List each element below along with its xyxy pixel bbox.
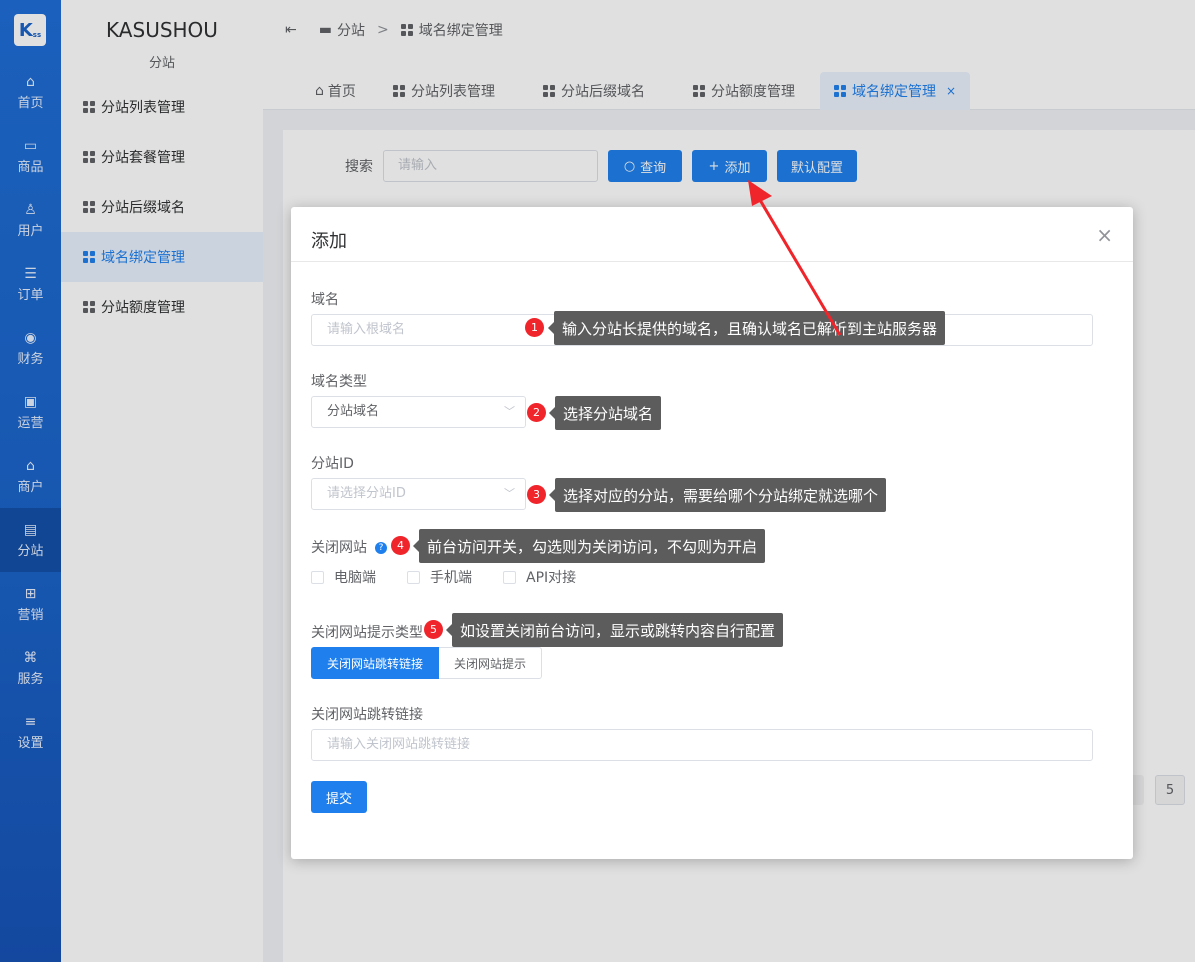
submit-button[interactable]: 提交 bbox=[311, 781, 367, 813]
annotation-badge-4: 4 bbox=[391, 536, 410, 555]
checkbox-box[interactable] bbox=[311, 570, 324, 584]
substation-id-label: 分站ID bbox=[311, 456, 354, 472]
annotation-badge-5: 5 bbox=[424, 620, 443, 639]
redirect-label: 关闭网站跳转链接 bbox=[311, 707, 423, 723]
help-icon[interactable]: ? bbox=[375, 542, 387, 554]
chevron-down-icon: ﹀ bbox=[504, 405, 515, 418]
checkbox-pc[interactable]: 电脑端 bbox=[311, 567, 376, 587]
chevron-down-icon: ﹀ bbox=[504, 487, 515, 500]
domain-type-label: 域名类型 bbox=[311, 374, 367, 390]
annotation-tip-4: 前台访问开关，勾选则为关闭访问，不勾则为开启 bbox=[412, 529, 766, 563]
annotation-badge-1: 1 bbox=[525, 318, 544, 337]
dialog-divider bbox=[291, 261, 1133, 262]
checkbox-label: 电脑端 bbox=[334, 570, 376, 586]
checkbox-box[interactable] bbox=[503, 570, 516, 584]
domain-type-value: 分站域名 bbox=[327, 404, 380, 419]
substation-id-placeholder: 请选择分站ID bbox=[327, 486, 406, 501]
annotation-badge-2: 2 bbox=[527, 403, 546, 422]
prompt-type-radio-group: 关闭网站跳转链接 关闭网站提示 bbox=[311, 647, 543, 679]
annotation-tip-2: 选择分站域名 bbox=[548, 396, 662, 430]
checkbox-api[interactable]: API对接 bbox=[503, 567, 576, 587]
checkbox-box[interactable] bbox=[407, 570, 420, 584]
substation-id-select[interactable]: 请选择分站ID ﹀ bbox=[311, 478, 526, 510]
close-site-text: 关闭网站 bbox=[311, 540, 367, 556]
checkbox-label: API对接 bbox=[526, 570, 577, 586]
close-icon[interactable]: × bbox=[1096, 223, 1113, 247]
domain-type-select[interactable]: 分站域名 ﹀ bbox=[311, 396, 526, 428]
redirect-input[interactable]: 请输入关闭网站跳转链接 bbox=[311, 729, 1093, 761]
annotation-tip-3: 选择对应的分站，需要给哪个分站绑定就选哪个 bbox=[548, 478, 887, 512]
annotation-tip-5: 如设置关闭前台访问，显示或跳转内容自行配置 bbox=[445, 613, 784, 647]
dialog-title: 添加 bbox=[311, 231, 347, 252]
annotation-badge-3: 3 bbox=[527, 485, 546, 504]
close-site-label: 关闭网站? bbox=[311, 537, 387, 557]
checkbox-label: 手机端 bbox=[430, 570, 472, 586]
prompt-type-label: 关闭网站提示类型 bbox=[311, 625, 423, 641]
annotation-tip-1: 输入分站长提供的域名，且确认域名已解析到主站服务器 bbox=[547, 311, 946, 345]
checkbox-mobile[interactable]: 手机端 bbox=[407, 567, 472, 587]
radio-close-notice[interactable]: 关闭网站提示 bbox=[439, 647, 543, 679]
radio-redirect-link[interactable]: 关闭网站跳转链接 bbox=[311, 647, 440, 679]
domain-label: 域名 bbox=[311, 292, 339, 308]
